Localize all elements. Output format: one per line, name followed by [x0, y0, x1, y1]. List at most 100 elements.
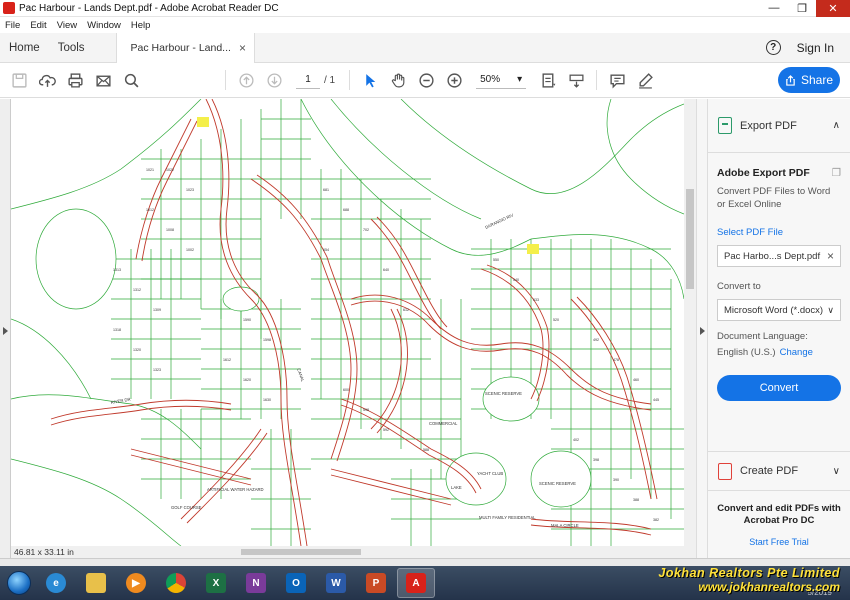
start-free-trial-link[interactable]: Start Free Trial: [708, 536, 850, 548]
left-panel-toggle[interactable]: [0, 99, 11, 558]
acrobat-app-icon: [3, 2, 15, 14]
hand-tool-icon[interactable]: [385, 67, 411, 93]
menu-file[interactable]: File: [0, 20, 25, 31]
vertical-scroll-thumb[interactable]: [686, 189, 694, 289]
map-label-commercial: COMMERCIAL: [429, 421, 458, 426]
vertical-scrollbar[interactable]: [684, 99, 696, 546]
svg-text:1320: 1320: [133, 348, 141, 352]
svg-text:478: 478: [613, 358, 619, 362]
onenote-icon: N: [246, 573, 266, 593]
upload-cloud-icon[interactable]: [34, 67, 60, 93]
internet-explorer-icon: e: [46, 573, 66, 593]
close-window-button[interactable]: ✕: [816, 0, 850, 17]
export-pdf-header[interactable]: Export PDF ∧: [708, 99, 850, 153]
taskbar-onenote[interactable]: N: [237, 568, 275, 598]
next-page-icon[interactable]: [261, 67, 287, 93]
restore-button[interactable]: ❐: [788, 0, 816, 17]
powerpoint-icon: P: [366, 573, 386, 593]
taskbar-explorer[interactable]: [77, 568, 115, 598]
word-icon: W: [326, 573, 346, 593]
svg-text:390: 390: [613, 478, 619, 482]
start-button[interactable]: [2, 567, 36, 599]
create-pdf-header[interactable]: Create PDF ∨: [708, 451, 850, 491]
svg-text:1590: 1590: [243, 318, 251, 322]
print-icon[interactable]: [62, 67, 88, 93]
remove-file-icon[interactable]: ×: [827, 249, 834, 263]
sign-in-link[interactable]: Sign In: [797, 41, 834, 55]
convert-button[interactable]: Convert: [717, 375, 841, 401]
document-language-label: Document Language:: [717, 331, 808, 342]
toolbar-separator: [225, 70, 226, 90]
tab-home[interactable]: Home: [0, 42, 49, 54]
zoom-level-value: 50%: [480, 74, 501, 85]
menu-bar: File Edit View Window Help: [0, 17, 850, 33]
change-language-link[interactable]: Change: [780, 347, 813, 358]
chevron-up-icon[interactable]: ∧: [833, 120, 840, 131]
taskbar-excel[interactable]: X: [197, 568, 235, 598]
tab-bar: Home Tools Pac Harbour - Land... × ? Sig…: [0, 32, 850, 63]
export-pdf-title: Export PDF: [740, 119, 797, 132]
taskbar-powerpoint[interactable]: P: [357, 568, 395, 598]
svg-text:1323: 1323: [153, 368, 161, 372]
svg-text:1008: 1008: [166, 228, 174, 232]
menu-window[interactable]: Window: [82, 20, 126, 31]
acrobat-icon: A: [406, 573, 426, 593]
map-label-scenic-1: SCENIC RESERVE: [485, 391, 522, 396]
selected-file-field[interactable]: Pac Harbo...s Dept.pdf ×: [717, 245, 841, 267]
create-pdf-icon: [718, 462, 732, 480]
page-number-input[interactable]: 1: [296, 71, 320, 89]
subdivision-map: 1021 1022 1023 1012 1008 1002 681 688 702 654 640…: [11, 99, 684, 546]
chevron-down-icon[interactable]: ∨: [833, 466, 840, 477]
svg-text:388: 388: [633, 498, 639, 502]
highlight-pen-icon[interactable]: [632, 67, 658, 93]
menu-help[interactable]: Help: [126, 20, 156, 31]
fit-page-icon[interactable]: [535, 67, 561, 93]
convert-to-select[interactable]: Microsoft Word (*.docx) ∨: [717, 299, 841, 321]
svg-text:592: 592: [383, 428, 389, 432]
svg-text:612: 612: [403, 308, 409, 312]
taskbar-chrome[interactable]: [157, 568, 195, 598]
copy-icon[interactable]: ❐: [832, 167, 841, 179]
horizontal-scroll-thumb[interactable]: [241, 549, 361, 555]
save-icon[interactable]: [6, 67, 32, 93]
map-label-darangio: DARANGIO RIV: [484, 212, 514, 230]
excel-icon: X: [206, 573, 226, 593]
taskbar-media[interactable]: ▶: [117, 568, 155, 598]
close-tab-icon[interactable]: ×: [239, 41, 246, 55]
right-panel-toggle[interactable]: [696, 99, 707, 558]
chevron-down-icon: ▾: [517, 74, 523, 85]
tab-document[interactable]: Pac Harbour - Land... ×: [115, 32, 255, 63]
zoom-in-icon[interactable]: [441, 67, 467, 93]
taskbar-outlook[interactable]: O: [277, 568, 315, 598]
taskbar-acrobat[interactable]: A: [397, 568, 435, 598]
zoom-out-icon[interactable]: [413, 67, 439, 93]
realtor-watermark: Jokhan Realtors Pte Limited www.jokhanre…: [658, 566, 840, 594]
svg-text:654: 654: [323, 248, 329, 252]
selected-file-name: Pac Harbo...s Dept.pdf: [724, 250, 821, 262]
outlook-icon: O: [286, 573, 306, 593]
horizontal-scrollbar[interactable]: [11, 546, 696, 558]
svg-text:540: 540: [513, 278, 519, 282]
help-icon[interactable]: ?: [765, 40, 781, 55]
select-pdf-file-link[interactable]: Select PDF File: [717, 227, 841, 238]
share-button[interactable]: Share: [778, 67, 840, 93]
zoom-level-select[interactable]: 50% ▾: [476, 71, 527, 89]
menu-edit[interactable]: Edit: [25, 20, 51, 31]
land-map-page[interactable]: 1021 1022 1023 1012 1008 1002 681 688 702 654 640…: [11, 99, 684, 546]
tab-tools[interactable]: Tools: [49, 42, 94, 54]
adobe-export-heading-text: Adobe Export PDF: [717, 167, 810, 179]
svg-text:681: 681: [323, 188, 329, 192]
minimize-button[interactable]: —: [760, 0, 788, 17]
comment-icon[interactable]: [604, 67, 630, 93]
svg-text:1002: 1002: [186, 248, 194, 252]
email-icon[interactable]: [90, 67, 116, 93]
search-icon[interactable]: [118, 67, 144, 93]
select-cursor-icon[interactable]: [357, 67, 383, 93]
svg-text:550: 550: [493, 258, 499, 262]
previous-page-icon[interactable]: [233, 67, 259, 93]
keyboard-scroll-icon[interactable]: [563, 67, 589, 93]
menu-view[interactable]: View: [52, 20, 82, 31]
taskbar-ie[interactable]: e: [37, 568, 75, 598]
taskbar-word[interactable]: W: [317, 568, 355, 598]
svg-text:1612: 1612: [223, 358, 231, 362]
